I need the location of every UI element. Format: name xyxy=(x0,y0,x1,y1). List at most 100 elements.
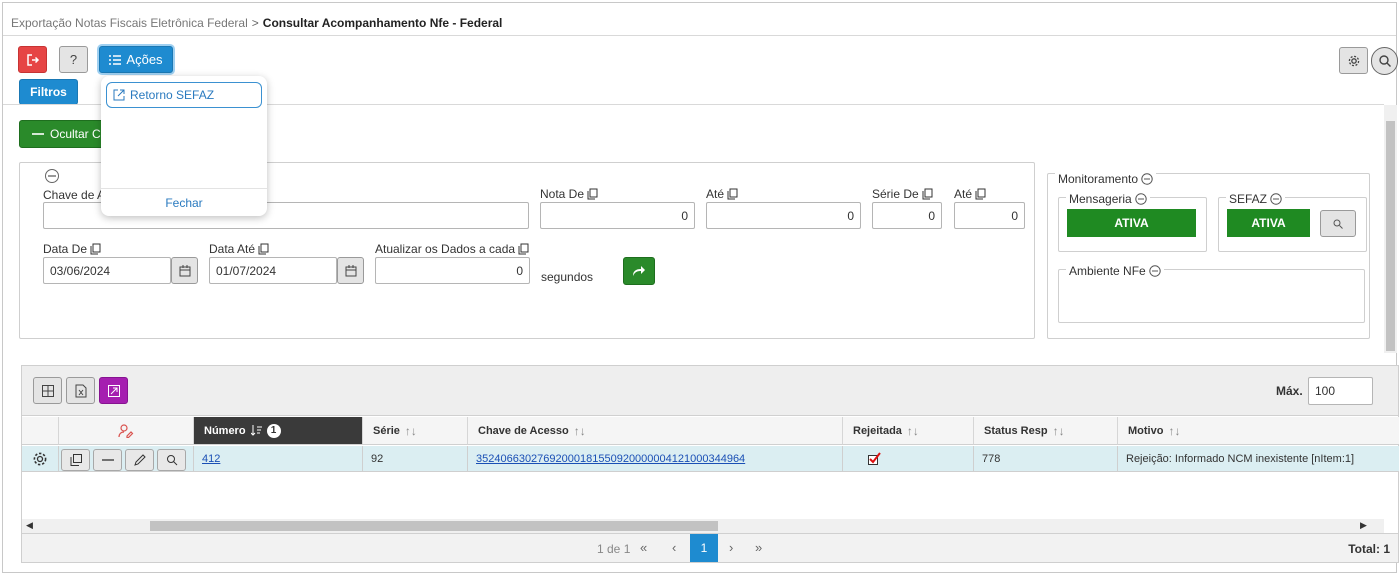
columns-button[interactable] xyxy=(33,377,62,404)
horizontal-scrollbar[interactable]: ◀ ▶ xyxy=(22,519,1384,533)
collapse-icon[interactable] xyxy=(1270,193,1282,205)
edit-row-button[interactable] xyxy=(125,449,154,471)
refresh-button[interactable] xyxy=(623,257,655,285)
sort-icon: ↑↓ xyxy=(404,423,417,438)
sefaz-status: ATIVA xyxy=(1227,209,1310,237)
col-motivo[interactable]: Motivo ↑↓ xyxy=(1118,417,1399,445)
copy-icon xyxy=(70,454,82,466)
remove-row-button[interactable] xyxy=(93,449,122,471)
next-page-icon[interactable]: › xyxy=(729,540,733,555)
sort-icon: ↑↓ xyxy=(1052,423,1065,438)
data-de-input[interactable]: 03/06/2024 xyxy=(43,257,171,284)
atualizar-input[interactable]: 0 xyxy=(375,257,530,284)
ocultar-label: Ocultar C xyxy=(50,127,101,141)
serie-de-label: Série De xyxy=(872,187,933,201)
total-count: Total: 1 xyxy=(1348,542,1390,556)
grid-icon xyxy=(41,384,54,397)
page-1-button[interactable]: 1 xyxy=(690,534,718,562)
chave-label: Chave de A xyxy=(43,188,106,202)
retorno-sefaz-item[interactable]: Retorno SEFAZ xyxy=(106,82,262,108)
col-serie[interactable]: Série ↑↓ xyxy=(363,417,468,445)
cell-rejeitada xyxy=(843,446,974,472)
nota-de-label: Nota De xyxy=(540,187,598,201)
retorno-sefaz-label: Retorno SEFAZ xyxy=(130,88,215,102)
sort-icon: ↑↓ xyxy=(1168,423,1181,438)
ambiente-label: Ambiente NFe xyxy=(1066,264,1164,278)
nota-de-input[interactable]: 0 xyxy=(540,202,695,229)
max-input[interactable]: 100 xyxy=(1308,377,1373,405)
prev-page-icon[interactable]: ‹ xyxy=(672,540,676,555)
calendar-icon xyxy=(179,264,190,276)
sort-desc-icon xyxy=(250,425,262,436)
settings-button[interactable] xyxy=(1339,47,1368,74)
cell-chave: 3524066302769200018155092000000412100034… xyxy=(468,446,843,472)
external-link-icon xyxy=(113,89,125,101)
numero-link[interactable]: 412 xyxy=(202,453,220,465)
checkbox-checked-icon[interactable] xyxy=(868,452,881,465)
pencil-icon xyxy=(133,454,146,466)
export-excel-button[interactable] xyxy=(66,377,95,404)
gear-icon[interactable] xyxy=(32,451,48,467)
collapse-icon[interactable] xyxy=(1149,265,1161,277)
filtros-button[interactable]: Filtros xyxy=(19,79,78,105)
exit-button[interactable] xyxy=(18,46,47,73)
copy-icon xyxy=(258,243,269,255)
collapse-icon[interactable] xyxy=(1141,173,1153,185)
chave-link[interactable]: 3524066302769200018155092000000412100034… xyxy=(476,453,745,465)
cell-status: 778 xyxy=(974,446,1118,472)
list-icon xyxy=(109,54,122,65)
expand-button[interactable] xyxy=(99,377,128,404)
copy-icon xyxy=(922,188,933,200)
fechar-button[interactable]: Fechar xyxy=(101,196,267,210)
user-edit-icon xyxy=(118,423,134,438)
col-chave[interactable]: Chave de Acesso ↑↓ xyxy=(468,417,843,445)
serie-ate-input[interactable]: 0 xyxy=(954,202,1025,229)
scroll-left-icon[interactable]: ◀ xyxy=(26,520,33,531)
ocultar-button[interactable]: Ocultar C xyxy=(19,120,104,148)
breadcrumb-parent[interactable]: Exportação Notas Fiscais Eletrônica Fede… xyxy=(11,16,248,30)
serie-de-input[interactable]: 0 xyxy=(872,202,942,229)
breadcrumb: Exportação Notas Fiscais Eletrônica Fede… xyxy=(11,16,502,30)
collapse-icon[interactable] xyxy=(1135,193,1147,205)
acoes-button[interactable]: Ações xyxy=(99,46,173,73)
scrollbar-thumb[interactable] xyxy=(1386,121,1395,351)
breadcrumb-separator: > xyxy=(251,16,259,30)
atualizar-label: Atualizar os Dados a cada xyxy=(375,242,529,256)
sefaz-check-button[interactable] xyxy=(1320,210,1356,237)
search-button[interactable] xyxy=(1371,47,1398,75)
menu-divider xyxy=(101,188,267,189)
view-row-button[interactable] xyxy=(157,449,186,471)
pager-info: 1 de 1 xyxy=(597,542,631,556)
calendar-icon xyxy=(345,264,356,276)
data-ate-calendar-button[interactable] xyxy=(337,257,364,284)
nota-ate-input[interactable]: 0 xyxy=(706,202,861,229)
col-rejeitada[interactable]: Rejeitada ↑↓ xyxy=(843,417,974,445)
row-settings-header xyxy=(22,417,59,445)
cell-motivo: Rejeição: Informado NCM inexistente [nIt… xyxy=(1118,446,1399,472)
collapse-filters-button[interactable] xyxy=(45,169,59,183)
help-button[interactable]: ? xyxy=(59,46,88,73)
minus-icon xyxy=(32,133,44,135)
col-numero[interactable]: Número 1 xyxy=(194,417,363,445)
max-label: Máx. xyxy=(1276,384,1303,398)
last-page-icon[interactable]: » xyxy=(755,540,762,555)
scroll-right-icon[interactable]: ▶ xyxy=(1360,520,1367,531)
search-icon xyxy=(166,455,177,466)
data-ate-input[interactable]: 01/07/2024 xyxy=(209,257,337,284)
first-page-icon[interactable]: « xyxy=(640,540,647,555)
table-row xyxy=(22,446,59,472)
cell-serie: 92 xyxy=(363,446,468,472)
copy-row-button[interactable] xyxy=(61,449,90,471)
nota-ate-label: Até xyxy=(706,187,738,201)
col-status-label: Status Resp xyxy=(984,424,1048,437)
results-grid: Máx. 100 Número 1 Série ↑↓ Chave de Acess… xyxy=(21,365,1399,563)
copy-icon xyxy=(90,243,101,255)
data-de-calendar-button[interactable] xyxy=(171,257,198,284)
col-serie-label: Série xyxy=(373,424,400,437)
acoes-label: Ações xyxy=(126,52,163,67)
vertical-scrollbar[interactable] xyxy=(1384,105,1397,353)
scrollbar-thumb[interactable] xyxy=(150,521,718,531)
probe-icon xyxy=(1333,219,1343,229)
col-status[interactable]: Status Resp ↑↓ xyxy=(974,417,1118,445)
monitor-title: Monitoramento xyxy=(1055,172,1157,186)
